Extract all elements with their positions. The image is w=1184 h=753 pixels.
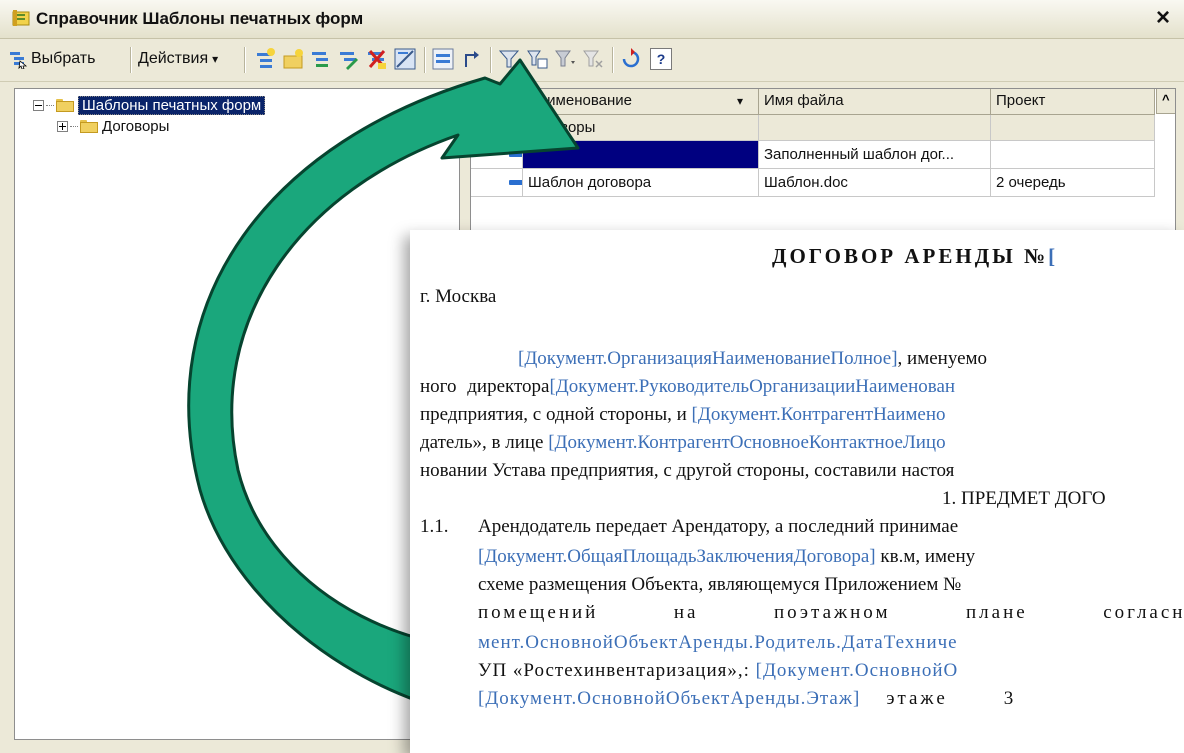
actions-label: Действия — [138, 50, 209, 67]
document-section-heading: 1. ПРЕДМЕТ ДОГО — [942, 488, 1106, 509]
refresh-icon[interactable] — [620, 47, 642, 71]
document-item-line: Арендодатель передает Арендатору, а посл… — [478, 516, 959, 537]
tree-item-label: Договоры — [102, 117, 170, 135]
actions-menu-button[interactable]: Действия ▾ — [138, 46, 218, 72]
document-item-number: 1.1. — [420, 516, 449, 537]
tree-connector — [70, 125, 78, 127]
group-file-cell — [759, 115, 991, 141]
catalog-window: Справочник Шаблоны печатных форм × Выбра… — [0, 0, 1184, 753]
delete-item-icon[interactable] — [366, 47, 388, 71]
row-marker-cell — [471, 169, 523, 197]
group-name-cell: Договоры — [523, 115, 759, 141]
document-paragraph-line: новании Устава предприятия, с другой сто… — [420, 460, 955, 481]
folder-icon — [80, 119, 98, 133]
document-item-line: [Документ.ОсновнойОбъектАренды.Этаж] этаж… — [478, 688, 1015, 709]
table-row[interactable]: Заполненный шаблон дог... — [471, 141, 1155, 169]
column-header-project[interactable]: Проект — [991, 89, 1155, 115]
filter-by-value-icon[interactable] — [526, 47, 548, 71]
group-project-cell — [991, 115, 1155, 141]
add-folder-icon[interactable] — [282, 47, 304, 71]
copy-item-icon[interactable] — [310, 47, 332, 71]
file-cell: Шаблон.doc — [759, 169, 991, 197]
sort-icon: ▾ — [737, 94, 744, 108]
toolbar-separator — [130, 47, 132, 73]
filter-icon[interactable] — [498, 47, 520, 71]
chevron-down-icon: ▾ — [212, 52, 219, 66]
document-item-line: мент.ОсновнойОбъектАренды.Родитель.ДатаТ… — [478, 632, 958, 653]
edit-item-icon[interactable] — [338, 47, 360, 71]
hierarchy-icon[interactable] — [432, 47, 454, 71]
contract-document-preview: ДОГОВОР АРЕНДЫ №[ г. Москва [Документ.Ор… — [410, 230, 1184, 753]
document-item-line: схеме размещения Объекта, являющемуся Пр… — [478, 574, 962, 595]
column-header-file[interactable]: Имя файла — [759, 89, 991, 115]
document-paragraph-line: предприятия, с одной стороны, и [Докумен… — [420, 404, 946, 425]
chevron-up-icon: ^ — [1162, 92, 1170, 107]
level-up-icon[interactable] — [460, 47, 482, 71]
project-cell — [991, 141, 1155, 169]
document-title: ДОГОВОР АРЕНДЫ №[ — [772, 244, 1056, 268]
name-cell: Шаблон договора — [523, 169, 759, 197]
tree-item-contracts[interactable]: Договоры — [57, 116, 169, 136]
row-marker-cell — [471, 115, 523, 141]
project-cell: 2 очередь — [991, 169, 1155, 197]
item-icon — [509, 180, 522, 185]
document-item-line: [Документ.ОбщаяПлощадьЗаключенияДоговора… — [478, 546, 976, 567]
tree-root-label: Шаблоны печатных форм — [78, 95, 266, 115]
expand-icon[interactable] — [57, 120, 68, 132]
column-header-name[interactable]: Наименование ▾ — [523, 89, 759, 115]
help-icon: ? — [656, 51, 666, 67]
document-paragraph-line: ного директора[Документ.РуководительОрга… — [420, 376, 956, 397]
table-header: Наименование ▾ Имя файла Проект — [471, 89, 1155, 117]
header-marker-cell — [471, 89, 523, 115]
document-item-line: помещенийнапоэтажномпланесогласно — [478, 602, 1184, 623]
table-group-row[interactable]: Договоры — [471, 115, 1155, 141]
document-paragraph-line: [Документ.ОрганизацияНаименованиеПолное]… — [518, 348, 988, 369]
toolbar-separator — [490, 47, 492, 73]
name-cell[interactable] — [523, 141, 759, 169]
window-title: Справочник Шаблоны печатных форм — [36, 9, 364, 28]
add-item-icon[interactable] — [254, 47, 276, 71]
item-icon — [509, 152, 522, 157]
scroll-up-button[interactable]: ^ — [1156, 89, 1175, 114]
tree-connector — [46, 104, 54, 106]
column-header-label: Наименование — [528, 92, 632, 109]
select-icon — [10, 52, 28, 69]
close-button[interactable]: × — [1150, 5, 1176, 31]
title-bar: Справочник Шаблоны печатных форм × — [0, 0, 1184, 39]
toolbar-separator — [244, 47, 246, 73]
tree-root-item[interactable]: Шаблоны печатных форм — [33, 95, 266, 115]
toolbar-separator — [424, 47, 426, 73]
table-row[interactable]: Шаблон договора Шаблон.doc 2 очередь — [471, 169, 1155, 197]
document-paragraph-line: датель», в лице [Документ.КонтрагентОсно… — [420, 432, 946, 453]
select-button[interactable]: Выбрать — [8, 46, 95, 72]
toolbar-separator — [612, 47, 614, 73]
document-item-line: УП «Ростехинвентаризация»,: [Документ.Ос… — [478, 660, 959, 681]
row-marker-cell — [471, 141, 523, 169]
select-label: Выбрать — [31, 50, 96, 67]
mark-deletion-icon[interactable] — [394, 47, 416, 71]
clear-filter-icon[interactable] — [582, 47, 604, 71]
help-button[interactable]: ? — [650, 48, 672, 70]
filter-history-icon[interactable] — [554, 47, 576, 71]
folder-tree: Шаблоны печатных форм Договоры — [14, 88, 460, 740]
folder-icon — [56, 98, 74, 112]
file-cell: Заполненный шаблон дог... — [759, 141, 991, 169]
toolbar: Выбрать Действия ▾ ? — [0, 39, 1184, 82]
catalog-icon — [12, 10, 30, 26]
document-city: г. Москва — [420, 286, 497, 307]
collapse-icon[interactable] — [33, 99, 44, 111]
